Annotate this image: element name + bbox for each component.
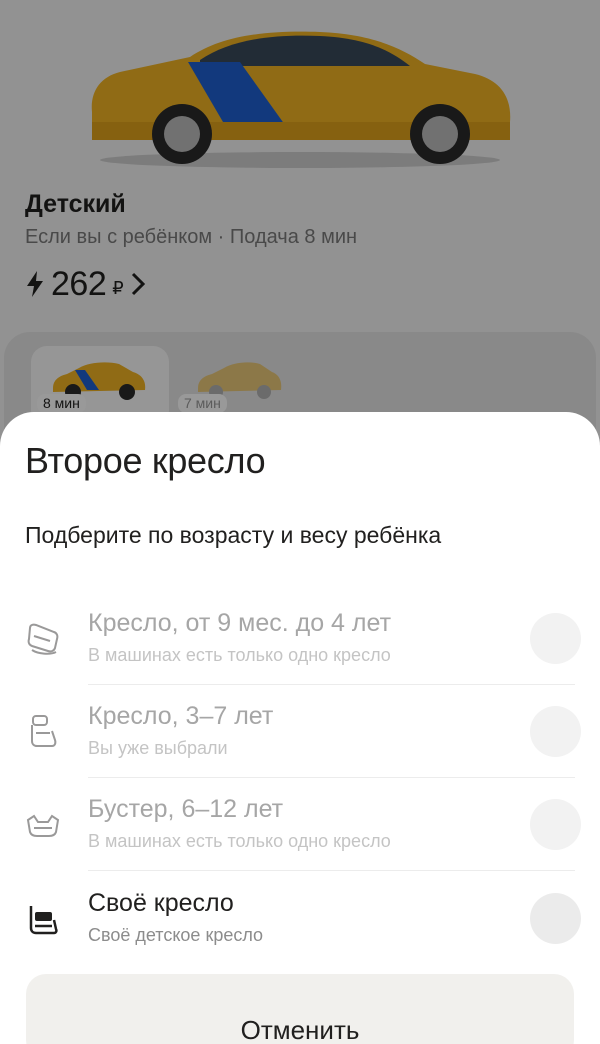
- radio-button[interactable]: [530, 706, 581, 757]
- cancel-button[interactable]: Отменить: [26, 974, 574, 1044]
- seat-option-child[interactable]: Кресло, 3–7 лет Вы уже выбрали: [0, 685, 600, 778]
- option-subtitle: В машинах есть только одно кресло: [88, 831, 391, 851]
- sheet-title: Второе кресло: [25, 440, 266, 481]
- own-seat-icon: [29, 906, 58, 935]
- radio-button[interactable]: [530, 893, 581, 944]
- booster-icon: [26, 814, 60, 837]
- sheet-subtitle: Подберите по возрасту и весу ребёнка: [25, 522, 442, 548]
- option-subtitle: В машинах есть только одно кресло: [88, 645, 391, 665]
- option-subtitle: Своё детское кресло: [88, 925, 264, 945]
- divider: [88, 870, 575, 871]
- seat-option-own[interactable]: Своё кресло Своё детское кресло: [0, 872, 600, 965]
- second-seat-sheet: Второе кресло Подберите по возрасту и ве…: [0, 412, 600, 1044]
- radio-button[interactable]: [530, 613, 581, 664]
- option-title: Бустер, 6–12 лет: [88, 795, 284, 823]
- seat-option-booster[interactable]: Бустер, 6–12 лет В машинах есть только о…: [0, 778, 600, 871]
- seat-option-infant[interactable]: Кресло, от 9 мес. до 4 лет В машинах ест…: [0, 592, 600, 685]
- option-title: Кресло, от 9 мес. до 4 лет: [88, 609, 392, 637]
- radio-button[interactable]: [530, 799, 581, 850]
- option-title: Кресло, 3–7 лет: [88, 702, 274, 730]
- option-title: Своё кресло: [88, 889, 234, 917]
- infant-seat-icon: [27, 623, 59, 655]
- child-seat-icon: [31, 715, 57, 747]
- option-subtitle: Вы уже выбрали: [88, 738, 228, 758]
